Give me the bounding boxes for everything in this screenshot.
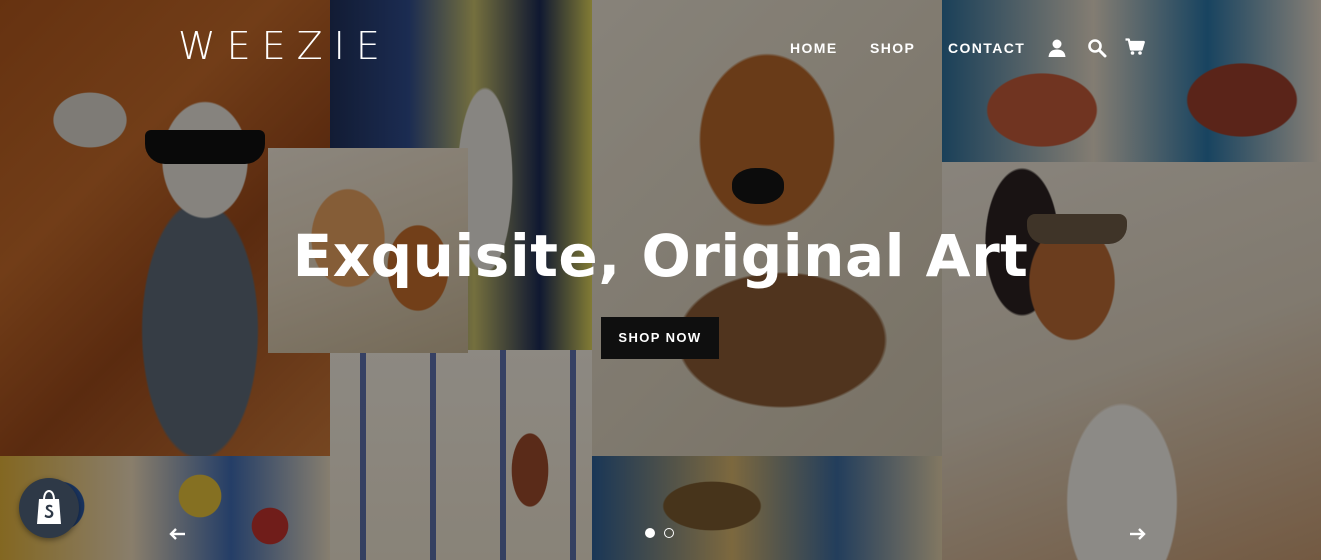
account-icon[interactable] [1047,38,1067,63]
slide-dot-1[interactable] [645,528,655,538]
slide-dots [645,528,679,540]
main-nav: HOME SHOP CONTACT [0,38,1321,60]
hero-slideshow: WEEZIE HOME SHOP CONTACT Exquisite, Orig… [0,0,1321,560]
shop-now-button[interactable]: SHOP NOW [601,317,719,359]
hero-headline: Exquisite, Original Art [292,222,1029,290]
nav-contact-link[interactable]: CONTACT [948,40,1025,56]
shopify-badge-button[interactable] [19,478,79,538]
slide-prev-arrow-icon[interactable] [167,524,189,544]
nav-shop-link[interactable]: SHOP [870,40,915,56]
shopify-bag-icon [37,490,61,524]
slide-next-arrow-icon[interactable] [1126,524,1148,544]
cart-icon[interactable] [1125,38,1145,61]
search-icon[interactable] [1087,38,1107,63]
slide-dot-2[interactable] [664,528,674,538]
nav-home-link[interactable]: HOME [790,40,838,56]
